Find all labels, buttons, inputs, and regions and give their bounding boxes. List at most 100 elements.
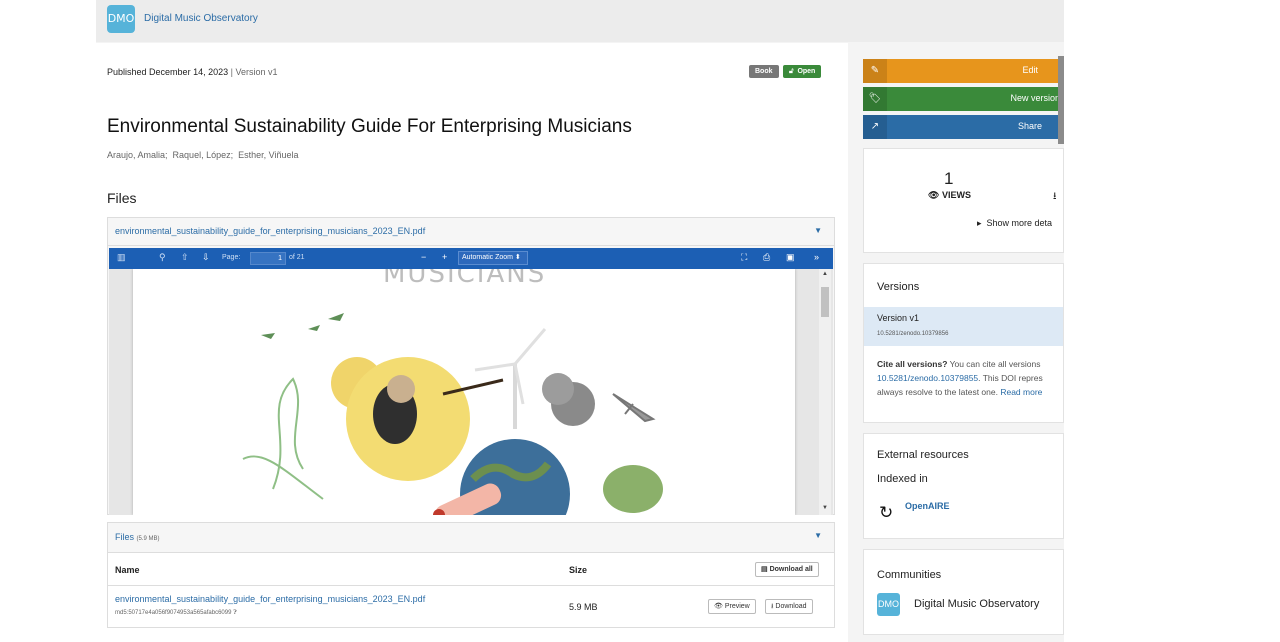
share-icon: ↗ xyxy=(863,115,887,139)
fullscreen-icon[interactable]: ⛶ xyxy=(741,252,747,263)
preview-button[interactable]: 👁︎ Preview xyxy=(708,599,756,614)
print-icon[interactable]: ⎙ xyxy=(763,252,770,263)
download-button[interactable]: ⭳ Download xyxy=(765,599,813,614)
size-column-header: Size xyxy=(569,565,588,575)
external-resources-title: External resources xyxy=(877,449,969,461)
open-access-badge: 🔓︎ Open xyxy=(783,65,822,78)
previous-page-icon[interactable]: ⇧ xyxy=(181,252,189,263)
site-brand-link[interactable]: Digital Music Observatory xyxy=(144,13,258,24)
files-total-size: (5.9 MB) xyxy=(136,536,160,542)
cover-illustration xyxy=(242,313,663,515)
access-label: Open xyxy=(797,68,816,75)
show-more-details-toggle[interactable]: ▸ Show more deta xyxy=(977,218,1052,229)
new-version-button[interactable]: 🏷︎ New version xyxy=(863,87,1064,111)
cite-text-3: always resolve to the latest one. xyxy=(877,387,1001,397)
files-table-header[interactable]: Files (5.9 MB) ▼ xyxy=(108,523,834,553)
views-text: VIEWS xyxy=(941,190,971,200)
read-more-link[interactable]: Read more xyxy=(1000,387,1042,397)
published-info: Published December 14, 2023 | Version v1 xyxy=(107,67,278,77)
page-count: of 21 xyxy=(289,254,305,261)
preview-file-header[interactable]: environmental_sustainability_guide_for_e… xyxy=(108,218,834,246)
download-all-label: Download all xyxy=(769,566,813,573)
sidebar-toggle-icon[interactable]: ▥ xyxy=(117,252,126,263)
search-icon[interactable]: ⚲ xyxy=(159,252,166,263)
community-link[interactable]: Digital Music Observatory xyxy=(914,598,1039,610)
communities-title: Communities xyxy=(877,569,942,581)
zoom-select[interactable]: Automatic Zoom ⬍ xyxy=(458,251,528,265)
version-label: Version v1 xyxy=(235,67,278,77)
pdf-toolbar: ▥ ⚲ ⇧ ⇩ Page: 1 of 21 − + Automatic Zoom… xyxy=(109,248,833,269)
cite-text-2: . This DOI repres xyxy=(978,373,1043,383)
files-heading: Files xyxy=(107,190,137,206)
files-label[interactable]: Files xyxy=(115,532,134,542)
tag-icon: 🏷︎ xyxy=(863,87,887,111)
file-link[interactable]: environmental_sustainability_guide_for_e… xyxy=(115,594,425,604)
download-all-button[interactable]: ▤ Download all xyxy=(755,562,819,577)
version-item[interactable]: Version v1 10.5281/zenodo.10379856 xyxy=(864,307,1063,346)
pdf-viewport[interactable]: MUSICIANS ▲ ▼ xyxy=(109,269,833,515)
cite-all-versions-text: Cite all versions? You can cite all vers… xyxy=(877,357,1063,399)
indexed-in-label: Indexed in xyxy=(877,473,928,485)
chevron-down-icon[interactable]: ▼ xyxy=(814,531,822,540)
cite-text-1: You can cite all versions xyxy=(947,359,1041,369)
show-more-label: Show more deta xyxy=(986,218,1053,228)
save-icon[interactable]: ▣ xyxy=(786,252,795,263)
published-date: December 14, 2023 xyxy=(149,67,229,77)
community-logo[interactable]: DMO xyxy=(877,593,900,616)
chevron-down-icon[interactable]: ▼ xyxy=(814,226,822,235)
share-label: Share xyxy=(1017,121,1042,131)
zoom-value: Automatic Zoom xyxy=(462,254,513,261)
browser-page: DMO Digital Music Observatory Published … xyxy=(96,0,1064,642)
help-icon[interactable]: ❓︎ xyxy=(233,610,237,616)
version-name[interactable]: Version v1 xyxy=(877,313,919,323)
edit-button[interactable]: ✎ Edit xyxy=(863,59,1064,83)
openaire-icon: ↻ xyxy=(879,503,894,522)
cite-bold: Cite all versions? xyxy=(877,359,948,369)
views-label: 👁︎ VIEWS xyxy=(928,190,971,201)
pdf-preview-panel: environmental_sustainability_guide_for_e… xyxy=(107,217,835,515)
name-column-header: Name xyxy=(115,565,140,575)
eye-icon: 👁︎ xyxy=(928,190,942,200)
scrollbar-edge xyxy=(1058,56,1064,144)
file-checksum: md5:50717e4a056f9074953a565afabc6099 ❓︎ xyxy=(115,610,237,617)
top-navigation-bar: DMO Digital Music Observatory xyxy=(96,0,1064,42)
page-label: Page: xyxy=(222,254,241,261)
versions-title: Versions xyxy=(877,281,920,293)
preview-label: Preview xyxy=(724,603,750,610)
edit-icon: ✎ xyxy=(863,59,887,83)
downloads-icon: ⭳ xyxy=(1053,191,1057,202)
author-separator: ; xyxy=(165,150,173,160)
author-link[interactable]: Raquel, López xyxy=(173,150,231,160)
resource-type-badge: Book xyxy=(749,65,779,78)
communities-card: Communities DMO Digital Music Observator… xyxy=(863,549,1064,635)
scroll-up-icon[interactable]: ▲ xyxy=(822,271,828,277)
new-version-label: New version xyxy=(1010,93,1060,103)
zoom-out-icon[interactable]: − xyxy=(421,252,426,262)
next-page-icon[interactable]: ⇩ xyxy=(202,252,210,263)
caret-right-icon: ▸ xyxy=(977,218,987,228)
site-logo[interactable]: DMO xyxy=(107,5,135,33)
stats-card: 1 👁︎ VIEWS ⭳ ▸ Show more deta xyxy=(863,148,1064,253)
tools-menu-icon[interactable]: » xyxy=(814,252,819,262)
concept-doi-link[interactable]: 10.5281/zenodo.10379855 xyxy=(877,373,978,383)
author-link[interactable]: Araujo, Amalia xyxy=(107,150,165,160)
scrollbar-thumb[interactable] xyxy=(821,287,829,317)
checksum-value: md5:50717e4a056f9074953a565afabc6099 xyxy=(115,610,232,616)
share-button[interactable]: ↗ Share xyxy=(863,115,1064,139)
record-title: Environmental Sustainability Guide For E… xyxy=(107,116,632,137)
published-prefix: Published xyxy=(107,67,147,77)
zoom-in-icon[interactable]: + xyxy=(442,252,447,262)
author-separator: ; xyxy=(230,150,239,160)
authors-list: Araujo, Amalia; Raquel, López; Esther, V… xyxy=(107,150,299,160)
external-resources-card: External resources Indexed in ↻ OpenAIRE xyxy=(863,433,1064,539)
archive-icon: ▤ xyxy=(761,566,770,573)
page-number-input[interactable]: 1 xyxy=(250,252,286,265)
version-separator: | xyxy=(230,67,233,77)
scroll-down-icon[interactable]: ▼ xyxy=(822,505,828,511)
openaire-link[interactable]: OpenAIRE xyxy=(905,501,950,511)
pdf-scrollbar[interactable]: ▲ ▼ xyxy=(819,269,831,515)
author-link[interactable]: Esther, Viñuela xyxy=(238,150,298,160)
version-doi: 10.5281/zenodo.10379856 xyxy=(877,331,949,337)
versions-card: Versions Version v1 10.5281/zenodo.10379… xyxy=(863,263,1064,423)
preview-filename[interactable]: environmental_sustainability_guide_for_e… xyxy=(115,226,425,236)
